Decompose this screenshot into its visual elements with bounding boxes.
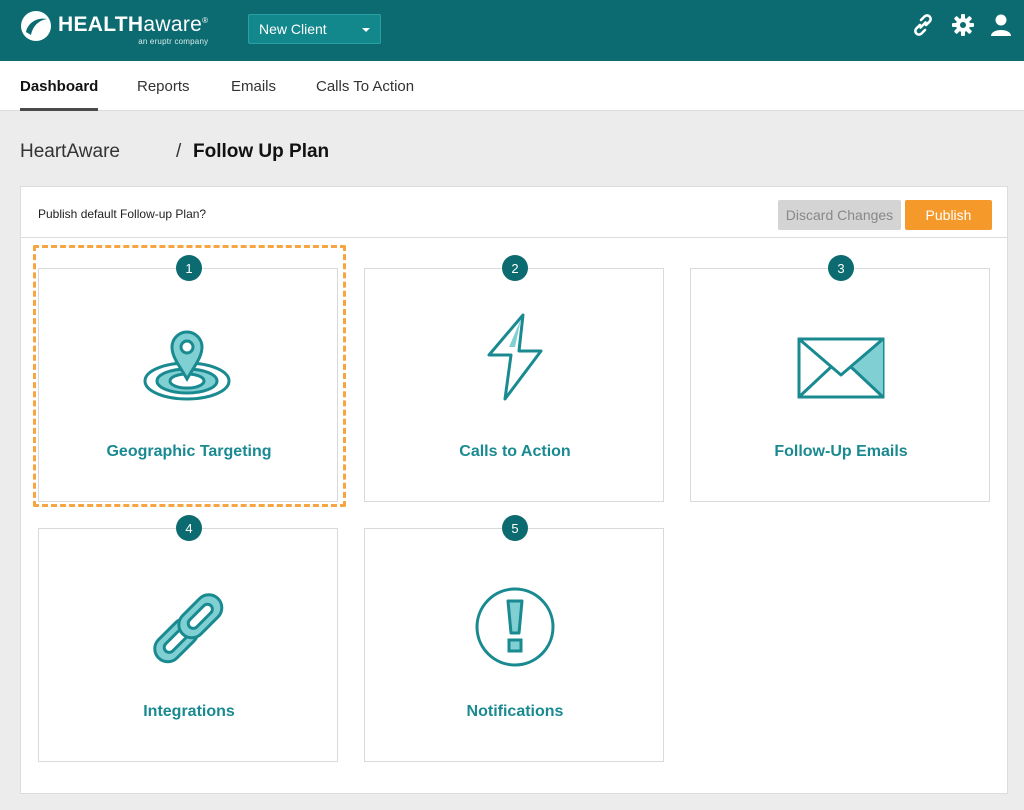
envelope-icon	[797, 337, 885, 399]
step-label: Calls to Action	[459, 443, 571, 460]
tab-reports[interactable]: Reports	[137, 61, 190, 111]
link-icon[interactable]	[910, 12, 936, 38]
step-number-badge: 3	[828, 255, 854, 281]
tab-emails[interactable]: Emails	[231, 61, 276, 111]
exclamation-circle-icon	[475, 587, 555, 667]
publish-button[interactable]: Publish	[905, 200, 992, 230]
logo-mark-icon	[21, 11, 51, 41]
logo-wordmark: HEALTHaware®	[58, 13, 209, 36]
step-number-badge: 2	[502, 255, 528, 281]
tab-dashboard[interactable]: Dashboard	[20, 61, 99, 111]
publish-question: Publish default Follow-up Plan?	[38, 207, 207, 221]
step-card-integrations[interactable]: 4 Integrations	[38, 515, 338, 762]
top-header: HEALTHaware® an eruptr company New Clien…	[0, 0, 1024, 61]
step-label: Integrations	[143, 703, 235, 720]
map-pin-target-icon	[143, 330, 231, 401]
step-label: Notifications	[466, 703, 564, 720]
step-card-calls-to-action[interactable]: 2 Calls to Action	[364, 255, 664, 502]
main-nav: Dashboard Reports Emails Calls To Action	[0, 61, 1024, 111]
step-card-follow-up-emails[interactable]: 3 Follow-Up Emails	[690, 255, 990, 502]
step-label: Follow-Up Emails	[774, 443, 908, 460]
logo-tagline: an eruptr company	[138, 37, 209, 46]
discard-changes-button[interactable]: Discard Changes	[778, 200, 901, 230]
publish-bar: Publish default Follow-up Plan? Discard …	[21, 187, 1007, 238]
tab-calls-to-action[interactable]: Calls To Action	[316, 61, 414, 111]
client-select[interactable]: New Client	[248, 14, 381, 44]
step-number-badge: 4	[176, 515, 202, 541]
step-label: Geographic Targeting	[106, 443, 272, 460]
breadcrumb-client-link[interactable]: HeartAware	[20, 141, 120, 163]
step-card-notifications[interactable]: 5 Notifications	[364, 515, 664, 762]
gear-icon[interactable]	[950, 12, 976, 38]
step-number-badge: 1	[176, 255, 202, 281]
chain-link-icon	[153, 593, 224, 664]
lightning-bolt-icon	[487, 313, 543, 401]
client-select-value: New Client	[259, 21, 327, 37]
breadcrumb-separator: /	[176, 141, 182, 162]
healthaware-logo[interactable]: HEALTHaware® an eruptr company	[20, 9, 208, 51]
user-icon[interactable]	[988, 12, 1014, 38]
page-title: Follow Up Plan	[193, 141, 330, 162]
step-number-badge: 5	[502, 515, 528, 541]
chevron-down-icon	[362, 28, 370, 32]
step-card-geographic-targeting[interactable]: 1 Geographic Targeting	[38, 255, 338, 502]
